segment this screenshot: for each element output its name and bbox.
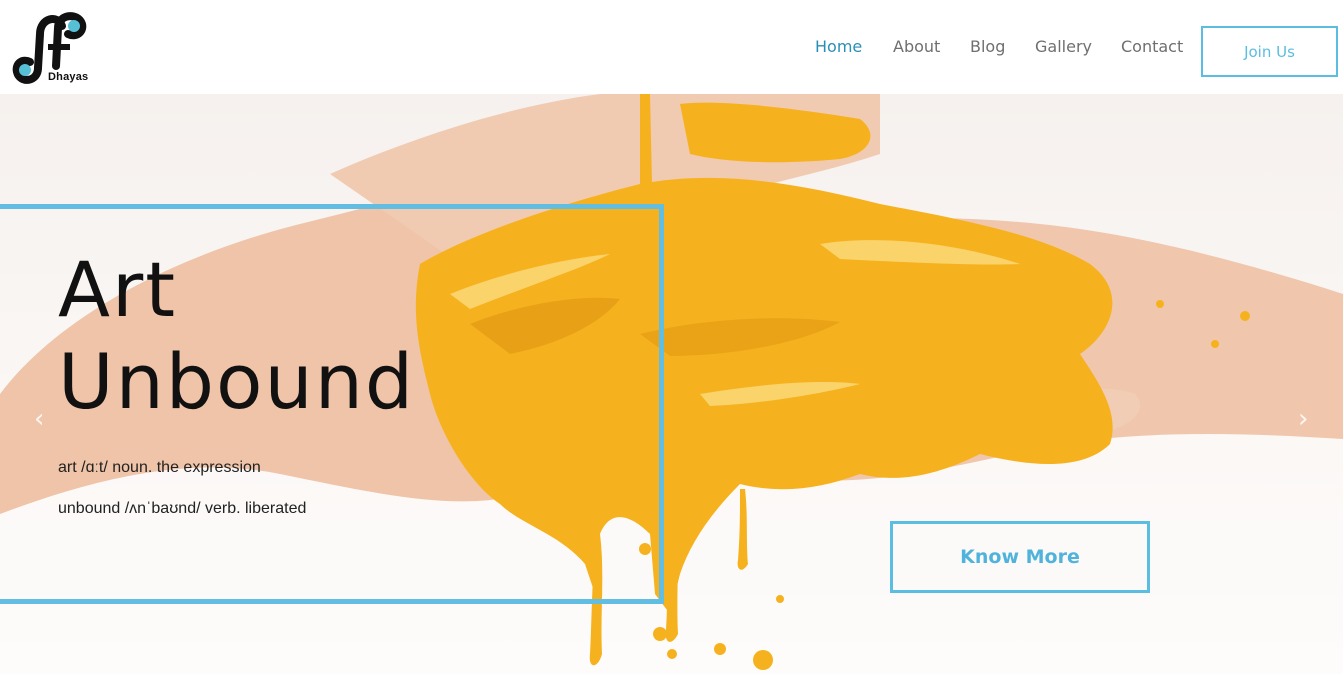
chevron-left-icon[interactable]: ‹ (34, 404, 44, 434)
nav-about[interactable]: About (893, 37, 940, 56)
nav-contact[interactable]: Contact (1121, 37, 1183, 56)
nav-home[interactable]: Home (815, 37, 862, 56)
know-more-button[interactable]: Know More (890, 521, 1150, 593)
hero-title: Art Unbound (58, 244, 415, 428)
hero-title-line-2: Unbound (58, 337, 416, 426)
hero-slider: Art Unbound art /ɑːt/ noun. the expressi… (0, 94, 1343, 674)
definition-art: art /ɑːt/ noun. the expression (58, 459, 261, 476)
nav-gallery[interactable]: Gallery (1035, 37, 1092, 56)
site-header: Dhayas Home About Blog Gallery Contact J… (0, 0, 1343, 94)
join-us-button[interactable]: Join Us (1201, 26, 1338, 77)
brand-name: Dhayas (48, 71, 89, 83)
definition-unbound: unbound /ʌnˈbaʊnd/ verb. liberated (58, 500, 307, 517)
hero-title-line-1: Art (58, 245, 178, 334)
nav-blog[interactable]: Blog (970, 37, 1005, 56)
main-nav: Home About Blog Gallery Contact (0, 37, 1343, 61)
chevron-right-icon[interactable]: › (1298, 404, 1308, 434)
